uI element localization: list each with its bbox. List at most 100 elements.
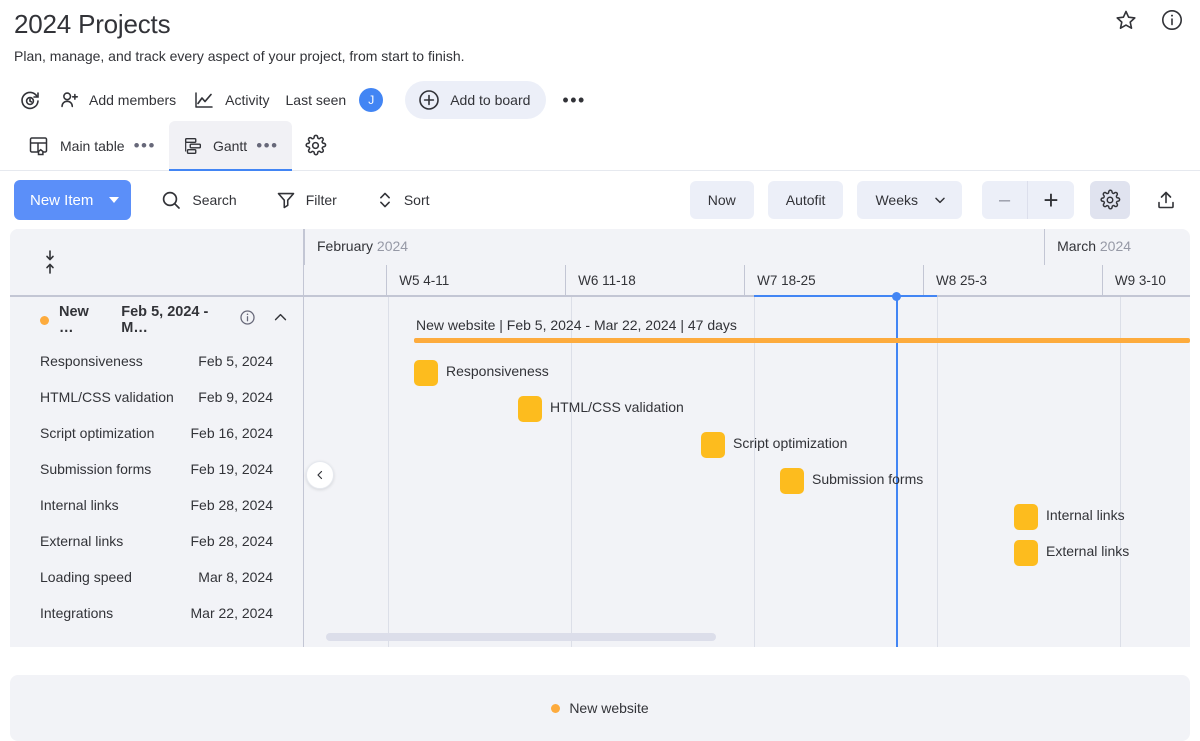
- autofit-button[interactable]: Autofit: [767, 181, 844, 219]
- chevron-down-icon[interactable]: [109, 197, 120, 203]
- task-row[interactable]: Responsiveness Feb 5, 2024: [40, 343, 303, 379]
- timeline-gridline: [1120, 297, 1121, 647]
- tab-main-table-menu-icon[interactable]: •••: [134, 137, 156, 154]
- timeline-week[interactable]: W8 25-3: [922, 265, 1102, 297]
- sort-button[interactable]: Sort: [365, 181, 440, 219]
- gantt-timeline: February 2024 March 2024 W5 4-11 W6 11-1…: [304, 229, 1190, 647]
- header-icon-group: [1114, 8, 1184, 37]
- timeline-gridline: [571, 297, 572, 647]
- group-date-range: Feb 5, 2024 - M…: [121, 304, 209, 336]
- group-color-dot: [40, 315, 49, 325]
- activity-button[interactable]: Activity: [184, 82, 277, 118]
- info-circle-icon[interactable]: [1160, 8, 1184, 37]
- add-members-label: Add members: [89, 92, 177, 108]
- board-header: 2024 Projects Plan, manage, and track ev…: [0, 0, 1200, 65]
- timeline-week[interactable]: W5 4-11: [386, 265, 565, 297]
- new-item-label: New Item: [30, 191, 94, 209]
- add-to-board-button[interactable]: Add to board: [405, 81, 547, 119]
- main-table-icon: [29, 136, 48, 155]
- task-bar[interactable]: [701, 432, 725, 458]
- gantt-task-panel: New … Feb 5, 2024 - M… Responsiveness Fe…: [10, 229, 304, 647]
- task-list: Responsiveness Feb 5, 2024 HTML/CSS vali…: [10, 343, 303, 631]
- group-header-row[interactable]: New … Feb 5, 2024 - M…: [10, 297, 303, 343]
- star-icon[interactable]: [1114, 8, 1138, 37]
- gantt-legend: New website: [10, 675, 1190, 741]
- search-label: Search: [192, 192, 237, 208]
- filter-label: Filter: [305, 192, 337, 208]
- gantt-settings-button[interactable]: [1090, 181, 1130, 219]
- task-row[interactable]: Internal links Feb 28, 2024: [40, 487, 303, 523]
- upload-icon: [1158, 191, 1174, 209]
- horizontal-scrollbar[interactable]: [326, 633, 716, 641]
- export-button[interactable]: [1146, 181, 1186, 219]
- gantt-container: New … Feb 5, 2024 - M… Responsiveness Fe…: [10, 229, 1190, 647]
- task-row[interactable]: Submission forms Feb 19, 2024: [40, 451, 303, 487]
- now-button[interactable]: Now: [689, 181, 754, 219]
- timeline-body: New website | Feb 5, 2024 - Mar 22, 2024…: [304, 297, 1190, 647]
- group-actions: [239, 309, 289, 331]
- month-name: March: [1057, 238, 1096, 254]
- tab-main-table[interactable]: Main table •••: [14, 121, 169, 170]
- group-summary-bar[interactable]: [414, 338, 1190, 343]
- task-row[interactable]: Integrations Mar 22, 2024: [40, 595, 303, 631]
- task-bar[interactable]: [518, 396, 542, 422]
- gantt-board-page: 2024 Projects Plan, manage, and track ev…: [0, 0, 1200, 741]
- task-row[interactable]: Script optimization Feb 16, 2024: [40, 415, 303, 451]
- view-tabs: Main table ••• Gantt •••: [0, 121, 1200, 171]
- filter-button[interactable]: Filter: [265, 181, 347, 219]
- task-bar-label: HTML/CSS validation: [550, 399, 684, 415]
- board-more-menu-button[interactable]: •••: [554, 89, 593, 111]
- gear-icon: [1100, 189, 1121, 210]
- timeline-week[interactable]: W6 11-18: [565, 265, 744, 297]
- page-subtitle: Plan, manage, and track every aspect of …: [14, 48, 465, 64]
- task-bar[interactable]: [414, 360, 438, 386]
- search-icon: [163, 191, 181, 209]
- task-bar-label: Submission forms: [812, 471, 924, 487]
- task-row[interactable]: Loading speed Mar 8, 2024: [40, 559, 303, 595]
- autofit-label: Autofit: [785, 192, 826, 208]
- funnel-icon: [277, 192, 295, 209]
- info-circle-icon[interactable]: [239, 309, 256, 331]
- sort-label: Sort: [403, 192, 430, 208]
- zoom-in-button[interactable]: +: [1028, 181, 1074, 219]
- today-marker-dot: [892, 292, 901, 301]
- task-row[interactable]: HTML/CSS validation Feb 9, 2024: [40, 379, 303, 415]
- zoom-level-select[interactable]: Weeks: [857, 181, 962, 219]
- view-settings-button[interactable]: [292, 121, 339, 170]
- zoom-controls: – +: [982, 181, 1074, 219]
- task-date: Feb 19, 2024: [190, 461, 273, 477]
- search-button[interactable]: Search: [149, 180, 246, 220]
- tab-gantt-label: Gantt: [212, 137, 248, 154]
- collapse-panel-button[interactable]: [306, 461, 334, 489]
- chevron-up-icon[interactable]: [272, 309, 289, 331]
- task-bar[interactable]: [780, 468, 804, 494]
- month-year: 2024: [376, 238, 409, 254]
- timeline-week[interactable]: W9 3-10: [1101, 265, 1190, 297]
- task-bar[interactable]: [1014, 504, 1038, 530]
- timeline-month: February 2024: [304, 229, 1044, 265]
- add-members-button[interactable]: Add members: [50, 83, 184, 117]
- gantt-icon: [184, 137, 201, 154]
- task-bar[interactable]: [1014, 540, 1038, 566]
- header-actions: Add members Activity Last seen J Add to …: [0, 79, 1200, 121]
- legend-color-dot: [551, 703, 561, 713]
- last-seen-group[interactable]: Last seen J: [278, 82, 392, 118]
- expand-collapse-arrows-icon[interactable]: [42, 249, 58, 275]
- sort-arrows-icon: [379, 192, 390, 208]
- avatar[interactable]: J: [359, 88, 384, 112]
- chevron-left-icon: [317, 470, 323, 480]
- task-date: Mar 22, 2024: [190, 605, 274, 621]
- zoom-out-button[interactable]: –: [982, 181, 1028, 219]
- tab-gantt-menu-icon[interactable]: •••: [256, 137, 278, 154]
- task-date: Feb 28, 2024: [190, 533, 273, 549]
- tab-main-table-label: Main table: [60, 137, 125, 154]
- task-row[interactable]: External links Feb 28, 2024: [40, 523, 303, 559]
- tab-gantt[interactable]: Gantt •••: [168, 121, 292, 171]
- board-updates-button[interactable]: [14, 82, 50, 118]
- task-name: Script optimization: [40, 425, 155, 441]
- new-item-button[interactable]: New Item: [14, 180, 132, 220]
- ellipsis-icon: •••: [562, 90, 586, 110]
- activity-chart-icon: [195, 92, 213, 108]
- plus-circle-icon: [419, 90, 440, 110]
- add-to-board-label: Add to board: [450, 92, 531, 108]
